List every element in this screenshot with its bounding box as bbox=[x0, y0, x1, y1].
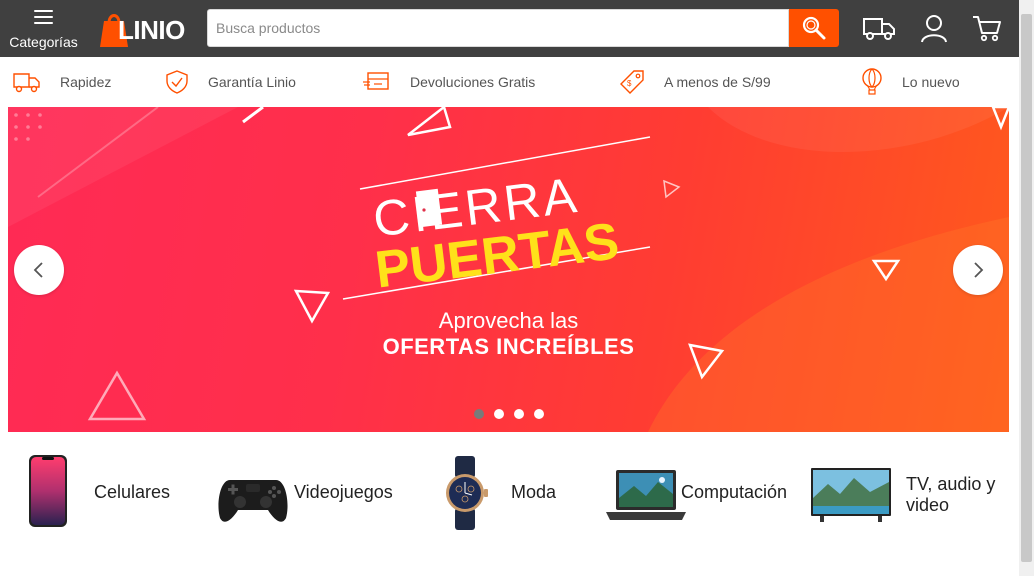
carousel-dot-2[interactable] bbox=[494, 409, 504, 419]
search-button[interactable] bbox=[789, 9, 839, 47]
carousel-dot-1[interactable] bbox=[474, 409, 484, 419]
benefit-precio[interactable]: $ A menos de S/99 bbox=[618, 57, 771, 107]
delivery-truck-icon[interactable] bbox=[862, 12, 896, 44]
page-scrollbar[interactable] bbox=[1019, 0, 1034, 576]
return-box-icon bbox=[363, 72, 389, 90]
cart-icon[interactable] bbox=[970, 12, 1004, 44]
category-label: TV, audio y video bbox=[906, 474, 996, 515]
category-moda[interactable]: Moda bbox=[442, 452, 572, 532]
category-videojuegos[interactable]: Videojuegos bbox=[216, 452, 396, 532]
banner-subtitle-line1: Aprovecha las bbox=[438, 308, 579, 333]
carousel-dot-3[interactable] bbox=[514, 409, 524, 419]
category-celulares[interactable]: Celulares bbox=[28, 452, 178, 532]
top-header: Categorías LINIO bbox=[0, 0, 1019, 57]
truck-icon bbox=[13, 73, 40, 93]
carousel-dot-4[interactable] bbox=[534, 409, 544, 419]
chevron-left-icon bbox=[33, 262, 43, 278]
benefit-label: Rapidez bbox=[60, 74, 112, 90]
balloon-icon bbox=[862, 68, 882, 95]
carousel-prev-button[interactable] bbox=[14, 245, 64, 295]
benefit-devoluciones[interactable]: Devoluciones Gratis bbox=[362, 57, 535, 107]
benefit-label: Devoluciones Gratis bbox=[410, 74, 536, 90]
benefit-label: Lo nuevo bbox=[902, 74, 960, 90]
category-label: Celulares bbox=[94, 482, 171, 502]
hamburger-icon bbox=[34, 10, 53, 28]
chevron-right-icon bbox=[974, 262, 984, 278]
search-icon bbox=[802, 16, 826, 40]
category-tv-audio-video[interactable]: TV, audio y video bbox=[810, 452, 1006, 532]
shield-check-icon bbox=[166, 70, 188, 94]
price-tag-icon: $ bbox=[620, 70, 644, 94]
scrollbar-thumb[interactable] bbox=[1021, 14, 1032, 562]
search-input[interactable] bbox=[207, 9, 789, 47]
gamepad-image bbox=[218, 480, 288, 522]
benefits-bar: Rapidez Garantía Linio Devoluciones Grat… bbox=[0, 57, 1019, 107]
benefit-label: Garantía Linio bbox=[208, 74, 296, 90]
linio-logo[interactable]: LINIO bbox=[98, 10, 193, 48]
benefit-rapidez[interactable]: Rapidez bbox=[12, 57, 111, 107]
benefit-garantia[interactable]: Garantía Linio bbox=[164, 57, 296, 107]
category-label: Computación bbox=[681, 482, 788, 502]
svg-text:$: $ bbox=[627, 79, 632, 88]
logo-text: LINIO bbox=[118, 15, 185, 45]
carousel-next-button[interactable] bbox=[953, 245, 1003, 295]
laptop-image bbox=[606, 470, 686, 520]
banner-subtitle-line2: OFERTAS INCREÍBLES bbox=[382, 334, 635, 359]
watch-image bbox=[446, 456, 488, 530]
categories-label: Categorías bbox=[9, 34, 78, 50]
smartphone-image bbox=[29, 455, 67, 527]
user-icon[interactable] bbox=[917, 12, 951, 44]
banner-headline: CIERRA PUERTAS bbox=[370, 165, 630, 300]
category-row: Celulares Videojuegos Moda Computación T… bbox=[0, 432, 1019, 576]
categories-menu-button[interactable]: Categorías bbox=[0, 0, 87, 57]
carousel-dots bbox=[474, 409, 544, 419]
benefit-label: A menos de S/99 bbox=[664, 74, 771, 90]
benefit-lo-nuevo[interactable]: Lo nuevo bbox=[860, 57, 960, 107]
category-label: Videojuegos bbox=[294, 482, 393, 502]
television-image bbox=[811, 468, 891, 522]
category-label: Moda bbox=[511, 482, 557, 502]
category-computacion[interactable]: Computación bbox=[606, 452, 796, 532]
promo-banner[interactable]: CIERRA PUERTAS Aprovecha las OFERTAS INC… bbox=[8, 107, 1009, 432]
